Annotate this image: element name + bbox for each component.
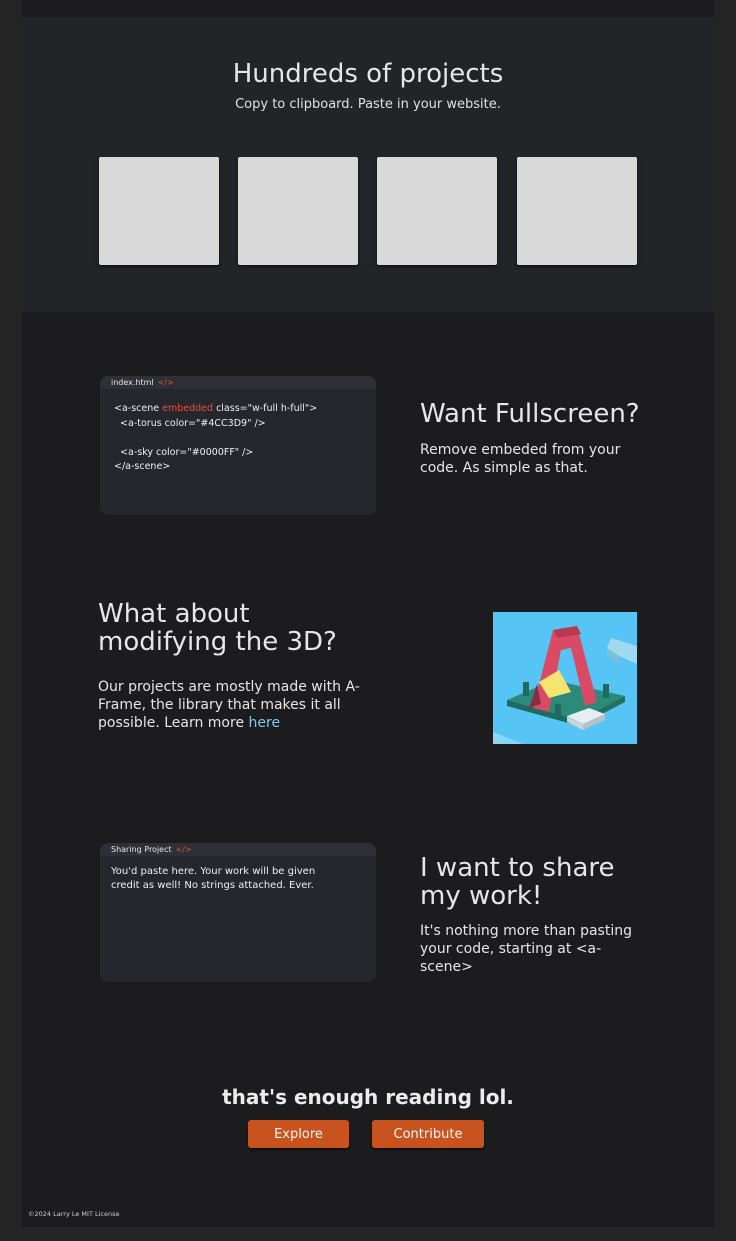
modify-title: What about modifying the 3D? bbox=[98, 599, 337, 657]
contribute-button[interactable]: Contribute bbox=[372, 1120, 484, 1148]
project-card[interactable] bbox=[377, 157, 497, 265]
hero-title: Hundreds of projects bbox=[232, 59, 504, 89]
learn-more-link[interactable]: here bbox=[249, 715, 281, 731]
code-keyword: embedded bbox=[162, 403, 214, 414]
file-name: index.html bbox=[111, 378, 154, 387]
aframe-illustration bbox=[493, 612, 637, 744]
cta-title: that's enough reading lol. bbox=[222, 1085, 514, 1109]
code-tag-icon: </> bbox=[175, 845, 192, 854]
code-snippet-box: index.html </> <a-scene embedded class="w… bbox=[100, 376, 376, 515]
code-line: <a-scene bbox=[114, 403, 163, 414]
fullscreen-body: Remove embeded from your code. As simple… bbox=[420, 442, 621, 476]
share-box[interactable]: Sharing Project </> You'd paste here. You… bbox=[100, 843, 376, 982]
code-snippet: <a-scene embedded class="w-full h-full">… bbox=[100, 389, 376, 475]
code-line: class="w-full h-full"> bbox=[213, 403, 318, 414]
code-snippet-header: index.html </> bbox=[100, 376, 376, 389]
share-input-placeholder[interactable]: You'd paste here. Your work will be give… bbox=[100, 856, 321, 893]
explore-button[interactable]: Explore bbox=[248, 1120, 349, 1148]
modify-body: Our projects are mostly made with A-Fram… bbox=[98, 678, 378, 732]
hero-section: Hundreds of projects Copy to clipboard. … bbox=[22, 17, 714, 312]
page: Hundreds of projects Copy to clipboard. … bbox=[22, 0, 714, 1227]
share-box-title: Sharing Project bbox=[111, 845, 172, 854]
share-box-header: Sharing Project </> bbox=[100, 843, 376, 856]
fullscreen-title: Want Fullscreen? bbox=[420, 399, 640, 429]
code-line: </a-scene> bbox=[114, 461, 171, 472]
modify-body-text: Our projects are mostly made with A-Fram… bbox=[98, 679, 360, 731]
hero-subtitle: Copy to clipboard. Paste in your website… bbox=[235, 97, 501, 112]
project-card[interactable] bbox=[517, 157, 637, 265]
code-line: <a-torus color="#4CC3D9" /> bbox=[114, 417, 266, 429]
project-card[interactable] bbox=[238, 157, 358, 265]
footer-text: ©2024 Larry Le MIT License bbox=[28, 1210, 120, 1218]
code-tag-icon: </> bbox=[157, 378, 174, 387]
share-title: I want to share my work! bbox=[420, 853, 615, 911]
project-card[interactable] bbox=[99, 157, 219, 265]
share-body: It's nothing more than pasting your code… bbox=[420, 923, 632, 975]
code-line: <a-sky color="#0000FF" /> bbox=[114, 446, 254, 458]
